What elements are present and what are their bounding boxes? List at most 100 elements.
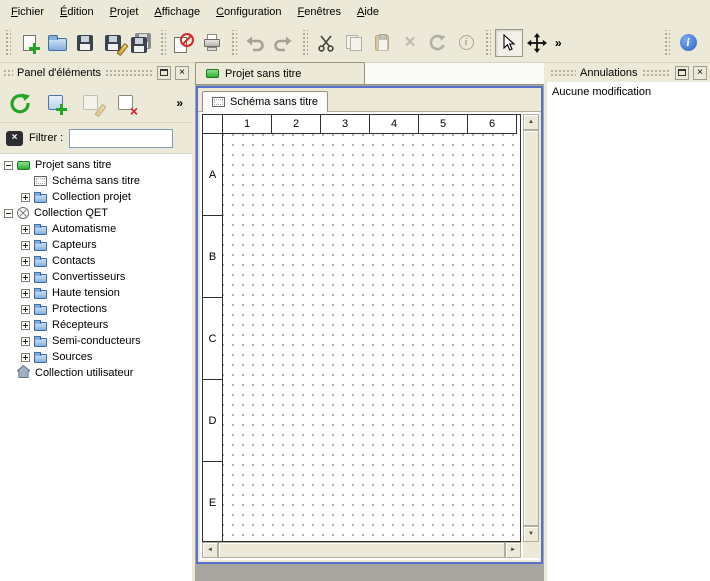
expand-icon[interactable]	[21, 353, 30, 362]
menu-edition[interactable]: Édition	[52, 2, 102, 22]
menu-configuration[interactable]: Configuration	[208, 2, 289, 22]
save-button[interactable]	[71, 29, 99, 57]
scrollbar-corner	[523, 542, 539, 558]
save-as-button[interactable]	[99, 29, 127, 57]
tree-item-protections[interactable]: Protections	[0, 301, 192, 317]
print-button[interactable]	[198, 29, 226, 57]
float-dock-button[interactable]	[157, 66, 171, 80]
tree-item-projet-sans-titre[interactable]: Projet sans titre	[0, 157, 192, 173]
toolbar-drag-handle[interactable]	[301, 30, 308, 56]
menu-aide[interactable]: Aide	[349, 2, 387, 22]
tree-item-label: Convertisseurs	[52, 271, 125, 283]
close-document-button[interactable]	[170, 29, 198, 57]
horizontal-scrollbar[interactable]: ◄ ►	[202, 542, 521, 558]
scroll-left-button[interactable]: ◄	[202, 542, 218, 558]
dock-grip[interactable]	[642, 69, 672, 77]
vertical-scroll-thumb[interactable]	[523, 130, 539, 526]
expand-icon[interactable]	[21, 241, 30, 250]
new-document-button[interactable]	[15, 29, 43, 57]
tree-item-contacts[interactable]: Contacts	[0, 253, 192, 269]
toolbar-drag-handle[interactable]	[484, 30, 491, 56]
panel-extension-icon[interactable]: »	[176, 96, 187, 110]
delete-element-button[interactable]: ×	[110, 88, 140, 118]
tree-item-haute-tension[interactable]: Haute tension	[0, 285, 192, 301]
undo-icon	[245, 34, 265, 52]
move-tool-button[interactable]	[523, 29, 551, 57]
toolbar-drag-handle[interactable]	[4, 30, 11, 56]
filter-input[interactable]	[69, 129, 173, 148]
menu-fenetres[interactable]: Fenêtres	[290, 2, 349, 22]
scroll-right-button[interactable]: ►	[505, 542, 521, 558]
tree-item-label: Sources	[52, 351, 92, 363]
expand-icon[interactable]	[21, 273, 30, 282]
tree-item-capteurs[interactable]: Capteurs	[0, 237, 192, 253]
expand-icon[interactable]	[21, 321, 30, 330]
cut-button[interactable]	[312, 29, 340, 57]
expand-icon[interactable]	[21, 225, 30, 234]
float-icon	[160, 69, 168, 76]
elements-panel: Panel d'éléments × × » ×	[0, 63, 192, 581]
undo-panel-titlebar[interactable]: Annulations ×	[547, 63, 710, 82]
tree-item-collection-qet[interactable]: Collection QET	[0, 205, 192, 221]
project-subwindow: Schéma sans titre 1 2 3 4 5 6	[196, 86, 543, 564]
copy-button[interactable]	[340, 29, 368, 57]
toolbar-drag-handle[interactable]	[159, 30, 166, 56]
save-all-button[interactable]	[127, 29, 155, 57]
row-ruler: A B C D E	[203, 134, 223, 541]
grid-dots-canvas[interactable]	[223, 134, 520, 541]
expand-icon[interactable]	[21, 337, 30, 346]
redo-button[interactable]	[269, 29, 297, 57]
tree-item-recepteurs[interactable]: Récepteurs	[0, 317, 192, 333]
collapse-icon[interactable]	[4, 209, 13, 218]
expand-icon[interactable]	[21, 289, 30, 298]
tab-schema-sans-titre[interactable]: Schéma sans titre	[202, 91, 328, 112]
toolbar-drag-handle[interactable]	[230, 30, 237, 56]
undo-history-list[interactable]: Aucune modification	[547, 82, 710, 581]
tree-item-collection-projet[interactable]: Collection projet	[0, 189, 192, 205]
expand-icon[interactable]	[21, 305, 30, 314]
dock-grip[interactable]	[105, 69, 153, 77]
tree-item-automatisme[interactable]: Automatisme	[0, 221, 192, 237]
rotate-button[interactable]	[424, 29, 452, 57]
float-dock-button[interactable]	[675, 66, 689, 80]
scroll-up-button[interactable]: ▲	[523, 114, 539, 130]
select-tool-button[interactable]	[495, 29, 523, 57]
reload-collections-button[interactable]	[5, 88, 35, 118]
help-button[interactable]: i	[674, 29, 702, 57]
tree-item-semi-conducteurs[interactable]: Semi-conducteurs	[0, 333, 192, 349]
horizontal-scroll-thumb[interactable]	[218, 542, 505, 558]
tab-projet-sans-titre[interactable]: Projet sans titre	[195, 62, 365, 84]
menu-projet[interactable]: Projet	[102, 2, 147, 22]
tree-item-convertisseurs[interactable]: Convertisseurs	[0, 269, 192, 285]
open-project-button[interactable]	[43, 29, 71, 57]
edit-element-button[interactable]	[75, 88, 105, 118]
expand-icon[interactable]	[21, 193, 30, 202]
clear-filter-icon[interactable]: ×	[6, 131, 23, 146]
collapse-icon[interactable]	[4, 161, 13, 170]
filter-label: Filtrer :	[29, 132, 63, 144]
diagram-paper[interactable]: 1 2 3 4 5 6 A B C D E	[202, 114, 521, 542]
dock-grip[interactable]	[3, 69, 13, 77]
toolbar-drag-handle[interactable]	[663, 30, 670, 56]
menu-fichier[interactable]: Fichier	[3, 2, 52, 22]
undo-button[interactable]	[241, 29, 269, 57]
tree-item-schema-sans-titre[interactable]: Schéma sans titre	[0, 173, 192, 189]
paste-button[interactable]	[368, 29, 396, 57]
toolbar-extension-icon[interactable]: »	[551, 36, 566, 50]
elements-panel-titlebar[interactable]: Panel d'éléments ×	[0, 63, 192, 82]
new-element-button[interactable]	[40, 88, 70, 118]
diagram-view[interactable]: 1 2 3 4 5 6 A B C D E	[200, 112, 539, 560]
tree-item-collection-utilisateur[interactable]: Collection utilisateur	[0, 365, 192, 381]
scroll-down-button[interactable]: ▼	[523, 526, 539, 542]
close-dock-button[interactable]: ×	[693, 66, 707, 80]
close-dock-button[interactable]: ×	[175, 66, 189, 80]
element-info-button[interactable]: i	[452, 29, 480, 57]
tree-item-label: Semi-conducteurs	[52, 335, 141, 347]
expand-icon[interactable]	[21, 257, 30, 266]
dock-grip[interactable]	[550, 69, 576, 77]
tree-item-label: Collection projet	[52, 191, 131, 203]
tree-item-sources[interactable]: Sources	[0, 349, 192, 365]
delete-button[interactable]: ×	[396, 29, 424, 57]
vertical-scrollbar[interactable]: ▲ ▼	[523, 114, 539, 542]
menu-affichage[interactable]: Affichage	[146, 2, 208, 22]
